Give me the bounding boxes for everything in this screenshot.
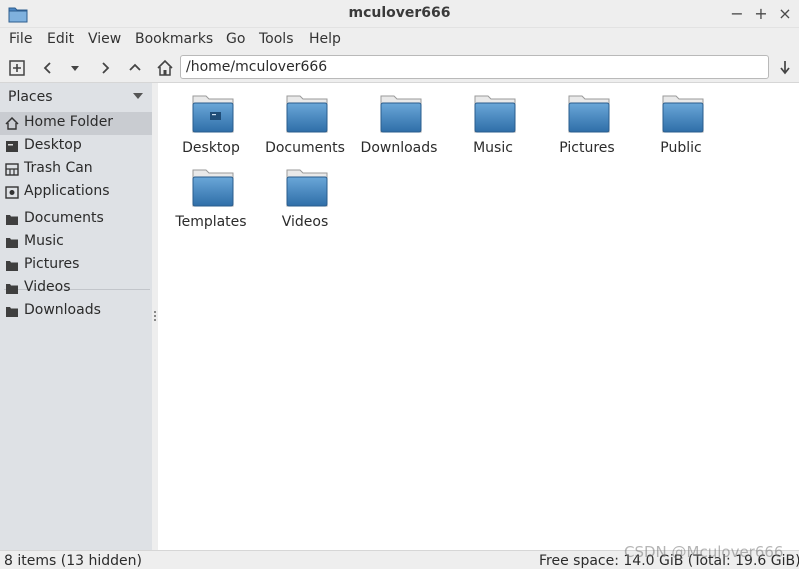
home-icon	[5, 117, 19, 130]
close-button[interactable]: ×	[775, 4, 795, 24]
places-selector[interactable]: Places	[0, 83, 152, 111]
sidebar-item-label: Videos	[24, 279, 71, 295]
drag-handle-icon	[154, 311, 156, 323]
file-name: Documents	[265, 140, 345, 156]
sidebar-item-label: Documents	[24, 210, 104, 226]
file-name: Templates	[175, 214, 247, 230]
folder-icon	[662, 95, 704, 133]
location-input[interactable]	[180, 55, 769, 79]
title-bar: mculover666 − + ×	[0, 0, 799, 28]
forward-icon[interactable]	[94, 57, 116, 79]
places-label: Places	[8, 89, 53, 105]
applications-icon	[5, 186, 19, 199]
sidebar-item-label: Pictures	[24, 256, 80, 272]
folder-icon	[568, 95, 610, 133]
folder-icon	[6, 307, 18, 317]
file-item-pictures[interactable]: Pictures	[540, 83, 634, 156]
file-item-public[interactable]: Public	[634, 83, 728, 156]
sidebar-item-label: Music	[24, 233, 64, 249]
item-count: 8 items (13 hidden)	[4, 553, 142, 569]
sidebar-item-downloads[interactable]: Downloads	[0, 300, 152, 323]
desktop-folder-icon	[192, 95, 234, 133]
folder-icon	[192, 169, 234, 207]
new-tab-icon[interactable]	[6, 57, 28, 79]
menu-go[interactable]: Go	[226, 31, 245, 47]
sidebar-item-home-folder[interactable]: Home Folder	[0, 112, 152, 135]
go-icon[interactable]	[774, 57, 796, 79]
folder-icon	[286, 169, 328, 207]
folder-icon	[6, 261, 18, 271]
file-name: Videos	[281, 214, 329, 230]
sidebar-item-label: Applications	[24, 183, 110, 199]
places-sidebar: Places Home Folder Desktop Trash Can App…	[0, 83, 152, 550]
sidebar-item-music[interactable]: Music	[0, 231, 152, 254]
folder-icon	[380, 95, 422, 133]
file-name: Desktop	[182, 140, 240, 156]
window-title: mculover666	[348, 5, 451, 21]
menu-file[interactable]: File	[9, 31, 32, 47]
file-item-desktop[interactable]: Desktop	[164, 83, 258, 156]
sidebar-item-label: Trash Can	[24, 160, 93, 176]
minimize-button[interactable]: −	[727, 4, 747, 24]
menu-view[interactable]: View	[88, 31, 121, 47]
watermark: CSDN @Mculover666	[624, 543, 784, 561]
folder-icon	[6, 215, 18, 225]
menu-bar: File Edit View Bookmarks Go Tools Help	[0, 28, 799, 53]
back-icon[interactable]	[37, 57, 59, 79]
folder-icon	[6, 238, 18, 248]
folder-icon	[6, 284, 18, 294]
sidebar-item-desktop[interactable]: Desktop	[0, 135, 152, 158]
trash-icon	[5, 163, 19, 176]
file-view[interactable]: Desktop Documents Downloads Music Pictur…	[158, 83, 799, 550]
home-icon[interactable]	[154, 57, 176, 79]
up-icon[interactable]	[124, 57, 146, 79]
menu-bookmarks[interactable]: Bookmarks	[135, 31, 213, 47]
sidebar-item-trash-can[interactable]: Trash Can	[0, 158, 152, 181]
file-item-videos[interactable]: Videos	[258, 157, 352, 230]
folder-icon	[286, 95, 328, 133]
file-name: Music	[473, 140, 513, 156]
desktop-icon	[6, 141, 18, 152]
menu-tools[interactable]: Tools	[259, 31, 294, 47]
sidebar-item-documents[interactable]: Documents	[0, 208, 152, 231]
history-dropdown-icon[interactable]	[64, 57, 86, 79]
sidebar-item-label: Home Folder	[24, 114, 114, 130]
sidebar-item-applications[interactable]: Applications	[0, 181, 152, 204]
file-name: Downloads	[360, 140, 438, 156]
sidebar-item-pictures[interactable]: Pictures	[0, 254, 152, 277]
chevron-down-icon[interactable]	[133, 93, 143, 99]
menu-edit[interactable]: Edit	[47, 31, 74, 47]
file-item-documents[interactable]: Documents	[258, 83, 352, 156]
file-item-music[interactable]: Music	[446, 83, 540, 156]
sidebar-item-label: Downloads	[24, 302, 101, 318]
menu-help[interactable]: Help	[309, 31, 341, 47]
toolbar	[0, 53, 799, 83]
file-name: Public	[660, 140, 702, 156]
file-name: Pictures	[559, 140, 615, 156]
file-item-templates[interactable]: Templates	[164, 157, 258, 230]
sidebar-item-videos[interactable]: Videos	[0, 277, 152, 300]
sidebar-item-label: Desktop	[24, 137, 82, 153]
maximize-button[interactable]: +	[751, 4, 771, 24]
folder-icon	[474, 95, 516, 133]
file-item-downloads[interactable]: Downloads	[352, 83, 446, 156]
